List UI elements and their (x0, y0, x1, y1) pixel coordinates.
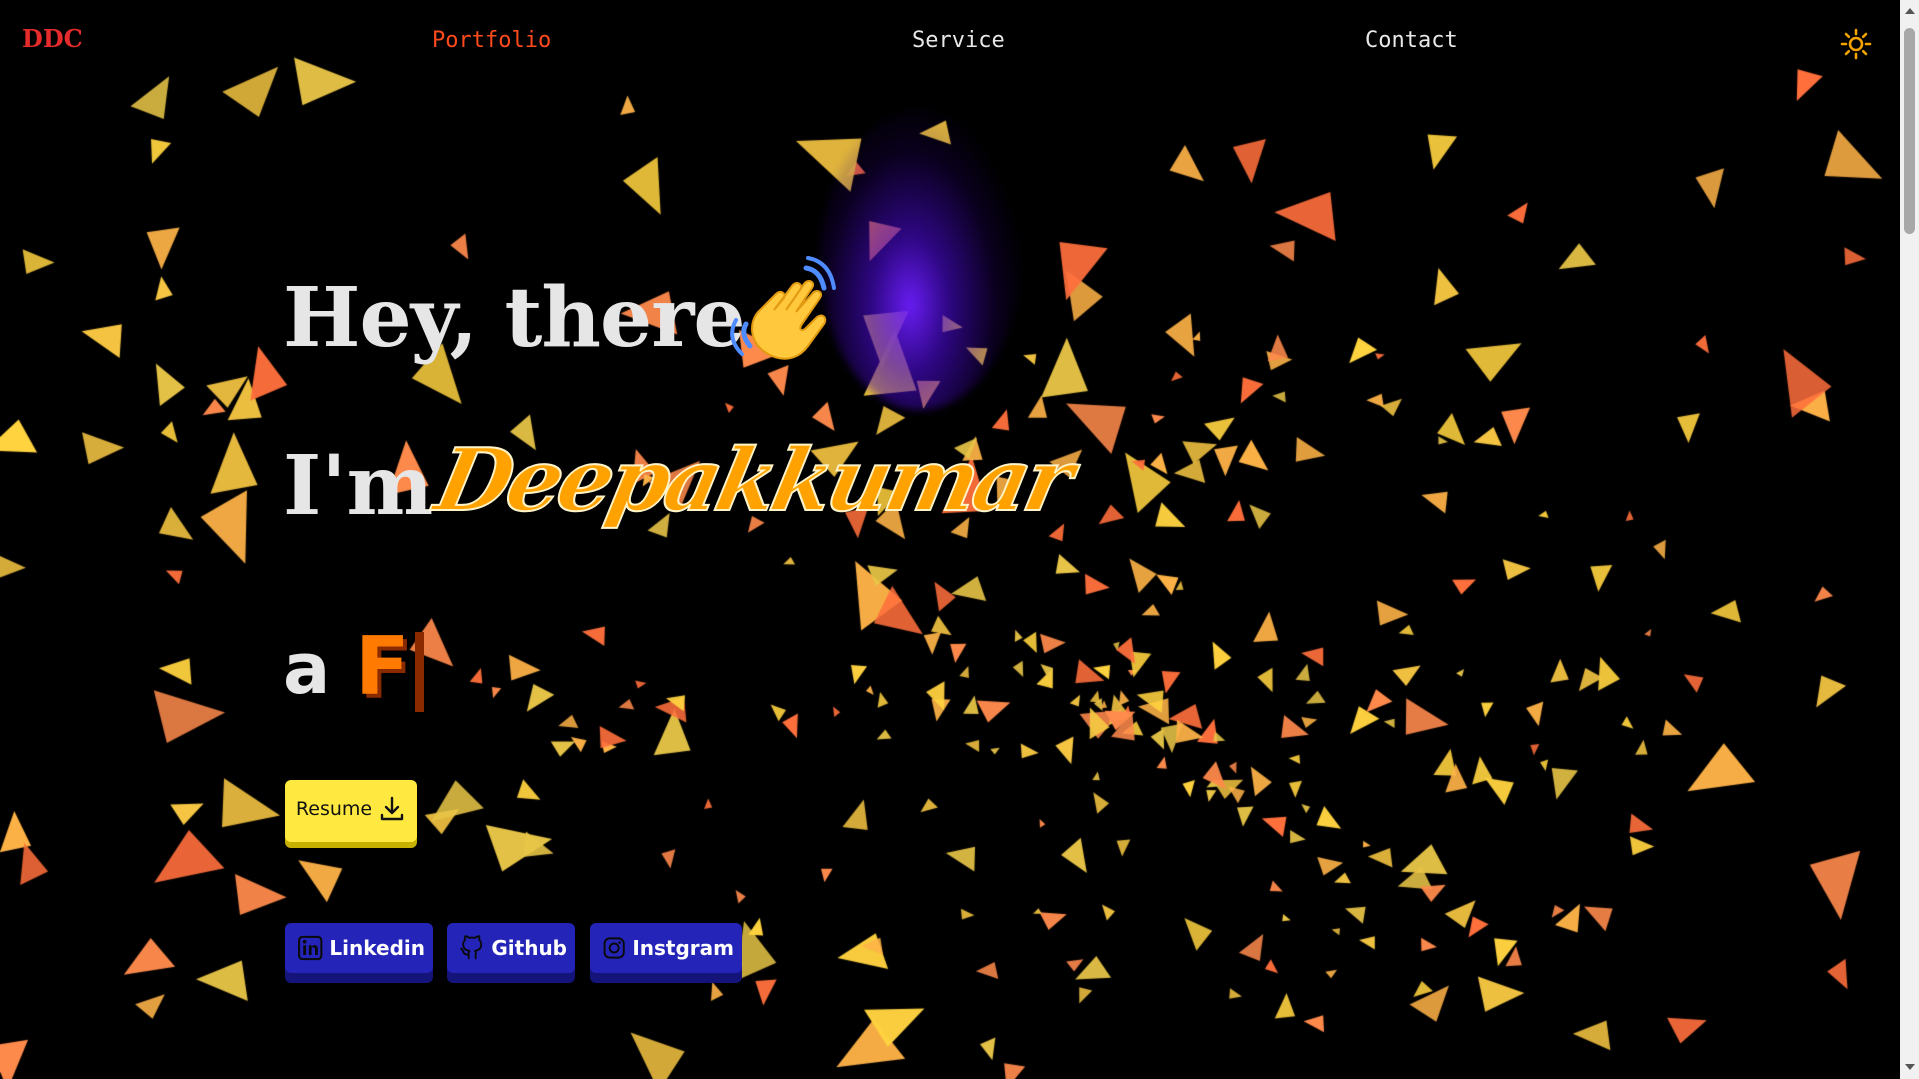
name-heading: Deepakkumar (426, 429, 1079, 532)
github-label: Github (491, 936, 567, 960)
scroll-down-arrow-icon[interactable] (1905, 1064, 1915, 1070)
glow-blob (820, 110, 1020, 410)
instagram-button[interactable]: Instgram (590, 923, 742, 973)
scrollbar-thumb[interactable] (1904, 28, 1915, 234)
linkedin-button[interactable]: Linkedin (285, 923, 433, 973)
typed-role-text: F (355, 620, 410, 713)
resume-download-button[interactable]: Resume (285, 780, 417, 842)
linkedin-label: Linkedin (329, 936, 425, 960)
linkedin-icon (298, 935, 323, 961)
im-text: I'm (283, 438, 434, 534)
instagram-icon (603, 937, 625, 959)
waving-hand-icon (730, 256, 836, 360)
theme-toggle-button[interactable] (1840, 28, 1872, 60)
logo[interactable]: DDC (22, 24, 83, 53)
greeting-heading: Hey, there (283, 270, 746, 366)
role-prefix: a (283, 628, 331, 710)
resume-label: Resume (295, 798, 373, 820)
github-icon (460, 935, 483, 960)
instagram-label: Instgram (632, 936, 734, 960)
sun-icon (1840, 28, 1872, 60)
github-button[interactable]: Github (447, 923, 575, 973)
nav-link-service[interactable]: Service (912, 28, 1005, 53)
vertical-scrollbar[interactable] (1900, 0, 1919, 1079)
scroll-up-arrow-icon[interactable] (1905, 8, 1915, 14)
nav-link-portfolio[interactable]: Portfolio (432, 28, 551, 53)
page: DDC Portfolio Service Contact Hey, there… (0, 0, 1900, 1079)
download-icon (380, 796, 404, 821)
nav-link-contact[interactable]: Contact (1365, 28, 1458, 53)
typing-cursor (415, 632, 424, 712)
